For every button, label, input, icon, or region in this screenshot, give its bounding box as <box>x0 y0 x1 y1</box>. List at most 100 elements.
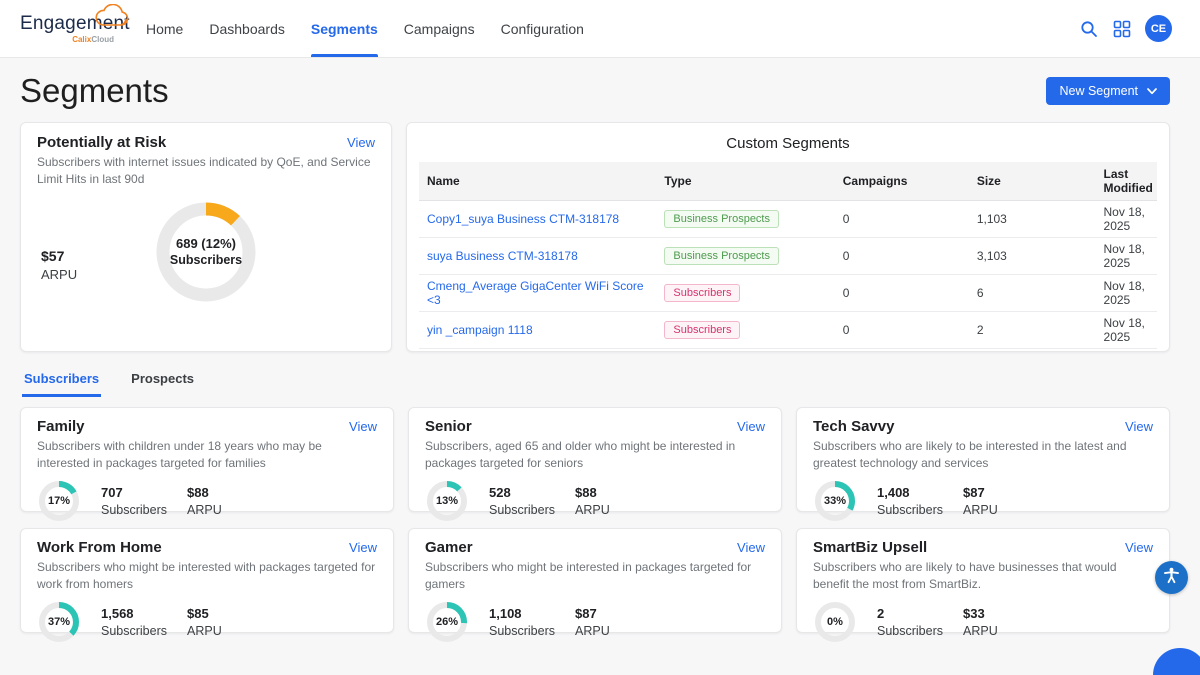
subscriber-label: Subscribers <box>877 503 943 517</box>
segment-view-link[interactable]: View <box>737 419 765 434</box>
segment-card-title: Gamer <box>425 539 473 556</box>
new-segment-button[interactable]: New Segment <box>1046 77 1170 105</box>
page-title: Segments <box>20 72 169 110</box>
nav-item-segments[interactable]: Segments <box>311 0 378 57</box>
campaigns-cell: 0 <box>835 311 969 348</box>
subscriber-count: 707 <box>101 485 167 500</box>
arpu-stat: $88 ARPU <box>187 485 222 517</box>
arpu-value: $85 <box>187 606 222 621</box>
segment-card-title: Tech Savvy <box>813 418 894 435</box>
accessibility-button[interactable] <box>1155 561 1188 594</box>
type-badge: Business Prospects <box>664 210 779 229</box>
column-header-type: Type <box>656 162 834 201</box>
size-cell: 6 <box>969 274 1096 311</box>
apps-grid-icon[interactable] <box>1112 19 1132 39</box>
segment-donut-chart: 26% <box>425 600 469 644</box>
custom-segments-card: Custom Segments Name Type Campaigns Size… <box>406 122 1170 352</box>
arpu-value: $88 <box>575 485 610 500</box>
tab-prospects[interactable]: Prospects <box>129 371 196 397</box>
segment-view-link[interactable]: View <box>737 540 765 555</box>
arpu-label: ARPU <box>575 503 610 517</box>
risk-card-body: $57 ARPU 689 (12%) Subscribers <box>37 202 375 342</box>
segment-name-link[interactable]: yin _campaign 1118 <box>427 323 533 337</box>
risk-card-title: Potentially at Risk <box>37 134 166 151</box>
segment-percent-label: 26% <box>425 600 469 644</box>
segment-donut-chart: 17% <box>37 479 81 523</box>
risk-donut-center: 689 (12%) Subscribers <box>156 202 256 302</box>
arpu-stat: $33 ARPU <box>963 606 998 638</box>
campaigns-cell: 0 <box>835 237 969 274</box>
segment-percent-label: 37% <box>37 600 81 644</box>
size-cell: 1,103 <box>969 200 1096 237</box>
arpu-value: $87 <box>575 606 610 621</box>
brand-subtitle: CalixCloud <box>20 35 116 44</box>
arpu-label: ARPU <box>187 624 222 638</box>
table-row: suya Business CTM-318178 Business Prospe… <box>419 237 1157 274</box>
nav-item-campaigns[interactable]: Campaigns <box>404 0 475 57</box>
subscriber-count: 528 <box>489 485 555 500</box>
accessibility-icon <box>1161 565 1182 591</box>
segment-card-description: Subscribers who are likely to be interes… <box>813 438 1153 472</box>
campaigns-cell: 0 <box>835 200 969 237</box>
risk-card-description: Subscribers with internet issues indicat… <box>37 154 375 188</box>
segment-view-link[interactable]: View <box>1125 419 1153 434</box>
segment-card-title: SmartBiz Upsell <box>813 539 927 556</box>
subscriber-label: Subscribers <box>101 624 167 638</box>
last-modified-cell: Nov 18, 2025 <box>1096 311 1157 348</box>
nav-item-home[interactable]: Home <box>146 0 183 57</box>
new-segment-label: New Segment <box>1059 84 1138 98</box>
nav-item-configuration[interactable]: Configuration <box>501 0 584 57</box>
segment-percent-label: 0% <box>813 600 857 644</box>
segment-name-link[interactable]: suya Business CTM-318178 <box>427 249 578 263</box>
subscribers-stat: 707 Subscribers <box>101 485 167 517</box>
segment-view-link[interactable]: View <box>349 540 377 555</box>
risk-arpu-stat: $57 ARPU <box>41 248 77 282</box>
top-cards-row: Potentially at Risk View Subscribers wit… <box>20 122 1170 352</box>
risk-view-link[interactable]: View <box>347 135 375 150</box>
subscriber-label: Subscribers <box>101 503 167 517</box>
arpu-label: ARPU <box>187 503 222 517</box>
arpu-label: ARPU <box>575 624 610 638</box>
column-header-size: Size <box>969 162 1096 201</box>
potentially-at-risk-card: Potentially at Risk View Subscribers wit… <box>20 122 392 352</box>
segment-tabs: Subscribers Prospects <box>22 371 1170 397</box>
page-header: Segments New Segment <box>20 72 1170 110</box>
segment-name-link[interactable]: Copy1_suya Business CTM-318178 <box>427 212 619 226</box>
engagement-logo: Engagement CalixCloud <box>20 14 116 44</box>
segment-percent-label: 13% <box>425 479 469 523</box>
risk-donut-chart: 689 (12%) Subscribers <box>156 202 256 302</box>
chevron-down-icon <box>1147 84 1157 98</box>
type-badge: Business Prospects <box>664 247 779 266</box>
arpu-label: ARPU <box>963 503 998 517</box>
segment-view-link[interactable]: View <box>1125 540 1153 555</box>
table-row: Cmeng_Average GigaCenter WiFi Score <3 S… <box>419 274 1157 311</box>
segment-card-stats: 37% 1,568 Subscribers $85 ARPU <box>37 600 377 644</box>
segment-card-title: Family <box>37 418 85 435</box>
arpu-stat: $85 ARPU <box>187 606 222 638</box>
segment-card-description: Subscribers who might be interested in p… <box>425 559 765 593</box>
segment-name-link[interactable]: Cmeng_Average GigaCenter WiFi Score <3 <box>427 279 644 307</box>
segment-card-description: Subscribers with children under 18 years… <box>37 438 377 472</box>
last-modified-cell: Nov 18, 2025 <box>1096 200 1157 237</box>
size-cell: 0 <box>969 348 1096 352</box>
segment-donut-chart: 13% <box>425 479 469 523</box>
segment-card-description: Subscribers who might be interested with… <box>37 559 377 593</box>
search-icon[interactable] <box>1079 19 1099 39</box>
segment-card-title: Senior <box>425 418 472 435</box>
campaigns-cell: 0 <box>835 274 969 311</box>
segment-donut-chart: 37% <box>37 600 81 644</box>
tab-subscribers[interactable]: Subscribers <box>22 371 101 397</box>
column-header-campaigns: Campaigns <box>835 162 969 201</box>
nav-item-dashboards[interactable]: Dashboards <box>209 0 285 57</box>
user-avatar[interactable]: CE <box>1145 15 1172 42</box>
segment-percent-label: 17% <box>37 479 81 523</box>
top-navbar: Engagement CalixCloud Home Dashboards Se… <box>0 0 1200 58</box>
size-cell: 2 <box>969 311 1096 348</box>
chat-button[interactable] <box>1153 648 1200 675</box>
arpu-value: $33 <box>963 606 998 621</box>
column-header-last-modified: Last Modified <box>1096 162 1157 201</box>
segment-view-link[interactable]: View <box>349 419 377 434</box>
subscriber-count: 1,568 <box>101 606 167 621</box>
cloud-logo-icon <box>94 4 132 35</box>
segment-card-stats: 13% 528 Subscribers $88 ARPU <box>425 479 765 523</box>
